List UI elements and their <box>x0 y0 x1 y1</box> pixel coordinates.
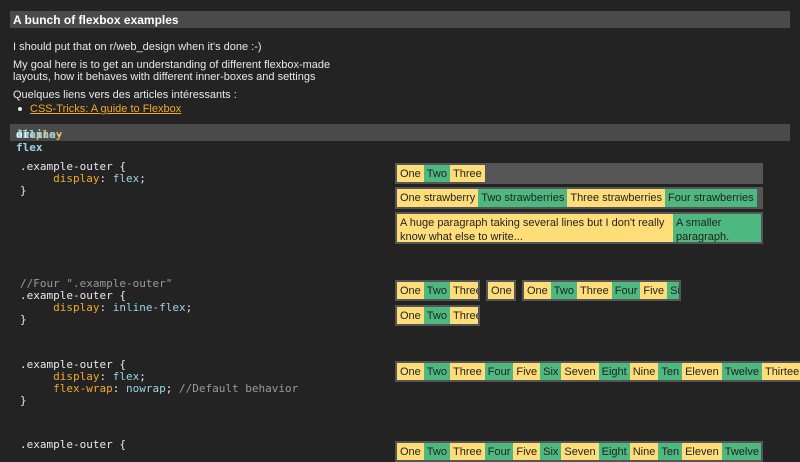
flex-item: Eight <box>598 443 630 460</box>
flex-item: One <box>397 282 424 299</box>
flex-item: Twelve <box>721 443 761 460</box>
page-title: A bunch of flexbox examples <box>13 13 179 27</box>
flex-item: Two strawberries <box>478 189 568 207</box>
links-heading: Quelques liens vers des articles intéres… <box>13 89 237 101</box>
flex-item: Ten <box>658 363 683 380</box>
flex-item: Nine <box>629 363 659 380</box>
example-inline-flex-3: OneTwoThreeFourFiveSix <box>522 280 681 301</box>
flex-item: One <box>524 282 551 299</box>
code-close: } <box>20 394 27 407</box>
flex-item: Three strawberries <box>567 189 666 207</box>
flex-item: Eight <box>598 363 630 380</box>
flex-item: Nine <box>629 443 659 460</box>
flex-item: One <box>488 282 514 299</box>
flex-item: Seven <box>561 443 599 460</box>
flex-item: Three <box>449 443 485 460</box>
code-prop: flex-wrap <box>53 382 113 395</box>
code-block-3: .example-outer { display: flex; flex-wra… <box>20 358 299 407</box>
flex-item: Four <box>611 282 641 299</box>
code-block-2: //Four ".example-outer" .example-outer {… <box>20 277 193 326</box>
flex-item: Six <box>540 443 562 460</box>
flex-item: Three <box>449 282 478 299</box>
flex-item: Two <box>550 282 577 299</box>
flex-item: Four strawberries <box>665 189 757 207</box>
flex-item: One strawberry <box>397 189 479 207</box>
example-flex-three: One Two Three <box>395 163 763 184</box>
flex-item: One <box>397 443 424 460</box>
example-inline-flex-1: One Two Three <box>395 280 480 301</box>
flex-item: Two <box>423 363 450 380</box>
flex-item: Four <box>484 363 514 380</box>
flex-item: Three <box>449 307 478 324</box>
example-inline-flex-2: One <box>486 280 516 301</box>
flex-item: Eleven <box>682 363 722 380</box>
flex-item: Three <box>576 282 612 299</box>
flex-item: Five <box>640 282 668 299</box>
flex-item: Thirteen <box>761 363 800 380</box>
code-comment: //Default behavior <box>178 382 299 395</box>
goal-line-2: layouts, how it behaves with different i… <box>13 71 316 83</box>
flex-item: Seven <box>561 363 599 380</box>
code-prop: display <box>53 172 100 185</box>
page-title-bar: A bunch of flexbox examples <box>10 11 790 28</box>
flex-item: Two <box>423 282 450 299</box>
intro-text: I should put that on r/web_design when i… <box>13 41 262 53</box>
flex-item: Six <box>667 282 679 299</box>
flex-item: Two <box>423 443 450 460</box>
code-val: flex <box>112 172 140 185</box>
example-wrap: One Two Three Four Five Six Seven Eight Nine Ten E… <box>395 441 763 462</box>
flex-item: Four <box>484 443 514 460</box>
flex-item: Twelve <box>721 363 762 380</box>
flex-item: Eleven <box>682 443 722 460</box>
bullet-icon <box>18 107 22 112</box>
code-prop: display <box>53 301 100 314</box>
example-flex-paragraphs: A huge paragraph taking several lines bu… <box>395 212 763 244</box>
flex-item: Two <box>423 307 450 324</box>
example-flex-strawberries: One strawberry Two strawberries Three stra… <box>395 187 763 209</box>
code-close: } <box>20 184 27 197</box>
css-tricks-link[interactable]: CSS-Tricks: A guide to Flexbox <box>30 103 181 115</box>
code-block-1: .example-outer { display: flex; } <box>20 160 146 197</box>
flex-item: Three <box>449 165 485 182</box>
flex-item: Ten <box>658 443 683 460</box>
code-val: nowrap <box>125 382 166 395</box>
example-inline-flex-4: One Two Three <box>395 305 480 326</box>
flex-item: Five <box>513 443 541 460</box>
link-list-item: CSS-Tricks: A guide to Flexbox <box>18 103 181 115</box>
flex-item: Two <box>423 165 450 182</box>
flex-item: One <box>397 307 424 324</box>
flex-item: Six <box>540 363 562 380</box>
section-heading: display: flex or inline-flex <box>10 124 790 154</box>
code-selector: .example-outer { <box>20 438 126 451</box>
flex-item: One <box>397 363 424 380</box>
section-value-inline-flex: inline-flex <box>16 128 63 154</box>
flex-item: One <box>397 165 424 182</box>
code-block-4: .example-outer { <box>20 439 126 451</box>
example-nowrap: One Two Three Four Five Six Seven Eight Nine Ten E… <box>395 361 800 382</box>
code-close: } <box>20 313 27 326</box>
flex-item: Five <box>513 363 541 380</box>
flex-item: Three <box>449 363 485 380</box>
flex-item: A huge paragraph taking several lines bu… <box>397 214 673 242</box>
code-val: inline-flex <box>112 301 186 314</box>
flex-item: A smaller paragraph. <box>673 214 761 242</box>
